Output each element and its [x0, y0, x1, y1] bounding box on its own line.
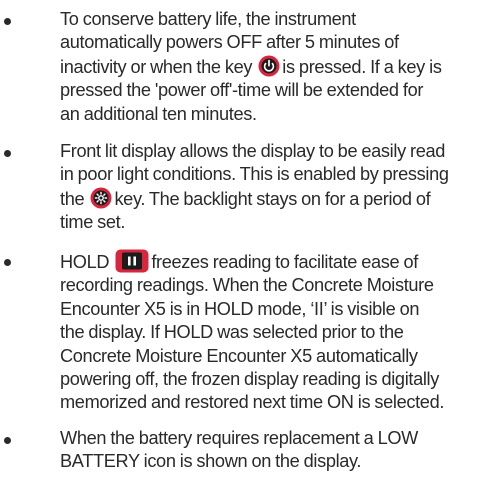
- bullet-text: Front lit display allows the display to …: [60, 140, 500, 235]
- text-fragment: is pressed. If a key is: [282, 56, 442, 77]
- text-line: HOLD freezes reading to facilitate ease …: [60, 249, 500, 274]
- bullet-dot: [4, 18, 11, 25]
- text-fragment: inactivity or when the key: [60, 56, 257, 77]
- text-line: BATTERY icon is shown on the display.: [60, 451, 362, 472]
- text-line: automatically powers OFF after 5 minutes…: [60, 32, 399, 53]
- text-line: pressed the 'power off'-time will be ext…: [60, 80, 424, 101]
- text-fragment: freezes reading to facilitate ease of: [151, 252, 418, 272]
- bullet-text: When the battery requires replacement a …: [60, 427, 500, 474]
- bullet-dot: [4, 150, 11, 157]
- bullet-text: To conserve battery life, the instrument…: [60, 8, 500, 126]
- text-line: Encounter X5 is in HOLD mode, ‘II’ is vi…: [60, 298, 420, 319]
- text-line: When the battery requires replacement a …: [60, 428, 419, 448]
- bullet-dot: [4, 437, 11, 444]
- text-line: an additional ten minutes.: [60, 103, 257, 124]
- instructions-page: To conserve battery life, the instrument…: [0, 0, 503, 486]
- text-line: time set.: [60, 212, 126, 233]
- backlight-key-icon: [90, 187, 112, 209]
- text-line: Front lit display allows the display to …: [60, 141, 446, 161]
- text-fragment: HOLD: [60, 252, 114, 272]
- hold-key-icon: [115, 249, 149, 273]
- text-line: the display. If HOLD was selected prior …: [60, 322, 404, 343]
- text-fragment: the: [60, 188, 89, 209]
- text-line: the key. The backlight stays on for a pe…: [60, 187, 500, 211]
- text-line: Concrete Moisture Encounter X5 automatic…: [60, 345, 418, 366]
- power-key-icon: [258, 55, 280, 77]
- text-line: To conserve battery life, the instrument: [60, 9, 356, 29]
- text-line: inactivity or when the key is pressed. I…: [60, 55, 500, 79]
- text-line: powering off, the frozen display reading…: [60, 369, 439, 390]
- bullet-dot: [4, 259, 11, 266]
- text-line: recording readings. When the Concrete Mo…: [60, 275, 434, 296]
- bullet-text: HOLD freezes reading to facilitate ease …: [60, 249, 500, 415]
- text-line: in poor light conditions. This is enable…: [60, 164, 449, 185]
- text-line: memorized and restored next time ON is s…: [60, 392, 445, 413]
- text-fragment: key. The backlight stays on for a period…: [114, 188, 431, 209]
